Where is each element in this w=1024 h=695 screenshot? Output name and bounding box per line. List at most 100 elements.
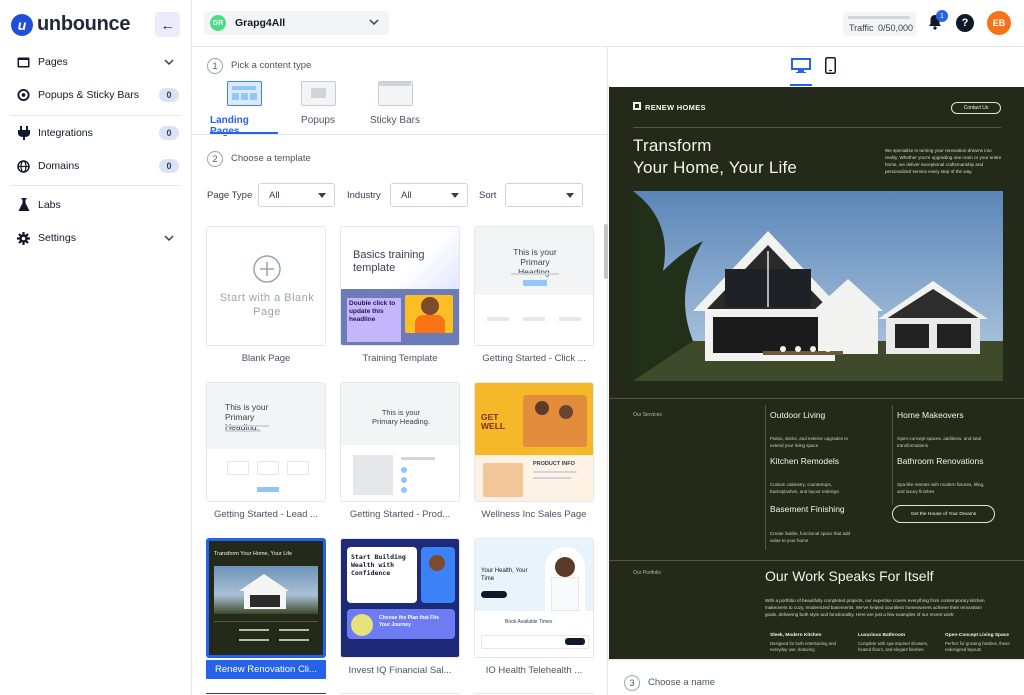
preview-service-desc: Patios, decks, and exterior upgrades to … (770, 436, 849, 448)
template-thumbnail: Your Health, Your Time Book Available Ti… (474, 538, 594, 658)
preview-hero-title-line1: Transform (633, 136, 712, 155)
portfolio-desc: Perfect for growing families, these rede… (945, 641, 1010, 652)
template-card-getting-started-prod[interactable]: This is your Primary Heading. Getting St… (340, 382, 460, 520)
preview-contact-button: Contact Us (951, 102, 1001, 114)
template-thumbnail: Start Building Wealth with Confidence Ch… (340, 538, 460, 658)
step-label[interactable]: Choose a name (648, 677, 715, 688)
template-thumbnail: GET WELL PRODUCT INFO (474, 382, 594, 502)
desktop-icon[interactable] (790, 57, 812, 73)
divider (10, 185, 180, 186)
template-card-io-health[interactable]: Your Health, Your Time Book Available Ti… (474, 538, 594, 676)
template-thumbnail: This is your Primary Heading. (340, 382, 460, 502)
template-preview: RENEW HOMES Contact Us Transform Your Ho… (609, 87, 1024, 659)
content-type-popups[interactable]: Popups (298, 81, 338, 126)
plus-circle-icon (253, 255, 281, 283)
thumb-subtext: Book Available Times (505, 619, 553, 625)
portfolio-title: Open-Concept Living Space (945, 633, 1009, 638)
preview-service-title: Basement Finishing (770, 504, 845, 514)
preview-work-desc: With a portfolio of beautifully complete… (765, 598, 985, 617)
select-value: All (269, 190, 280, 201)
sidebar-item-settings[interactable]: Settings (0, 222, 192, 254)
preview-service-title: Outdoor Living (770, 410, 826, 420)
arrow-left-icon: ← (160, 16, 175, 33)
sidebar-item-label: Settings (38, 232, 76, 244)
popups-icon (17, 88, 30, 102)
caret-down-icon (566, 193, 574, 198)
preview-service-title: Kitchen Remodels (770, 456, 839, 466)
template-title: Wellness Inc Sales Page (481, 509, 587, 520)
caret-down-icon (318, 193, 326, 198)
active-device-indicator (790, 84, 812, 86)
help-icon[interactable]: ? (956, 14, 974, 32)
sidebar-item-label: Pages (38, 56, 68, 68)
traffic-value: 0/50,000 (878, 23, 914, 33)
mobile-icon[interactable] (825, 57, 836, 74)
chevron-down-icon (369, 17, 379, 27)
sidebar-item-pages[interactable]: Pages (0, 46, 192, 78)
template-card-blank[interactable]: Start with a Blank Page Blank Page (206, 226, 326, 364)
filter-label-sort: Sort (479, 190, 497, 201)
preview-brand: RENEW HOMES (645, 103, 706, 112)
flask-icon (17, 198, 30, 212)
sidebar-item-domains[interactable]: Domains 0 (0, 150, 192, 182)
sidebar-item-popups[interactable]: Popups & Sticky Bars 0 (0, 79, 192, 111)
count-badge: 0 (159, 126, 179, 140)
template-title: Getting Started - Click ... (482, 353, 586, 364)
thumb-text: Transform Your Home, Your Life (214, 551, 293, 557)
user-avatar[interactable]: EB (987, 11, 1011, 35)
portfolio-title: Sleek, Modern Kitchen (770, 633, 822, 638)
chevron-down-icon (164, 233, 174, 244)
count-badge: 0 (159, 159, 179, 173)
preview-intro-text: We specialize in turning your renovation… (885, 148, 1002, 174)
template-card-invest-iq[interactable]: Start Building Wealth with Confidence Ch… (340, 538, 460, 676)
template-card-getting-started-click[interactable]: This is your Primary Heading. Getting St… (474, 226, 594, 364)
sidebar-item-label: Labs (38, 199, 61, 211)
thumb-text: This is your Primary Heading. (372, 408, 430, 426)
globe-icon (17, 159, 30, 173)
sidebar: u unbounce ← Pages Popups & Sticky Bars … (0, 0, 192, 695)
sidebar-item-integrations[interactable]: Integrations 0 (0, 117, 192, 149)
template-title: Training Template (362, 353, 438, 364)
industry-select[interactable]: All (390, 183, 468, 207)
content-type-sticky-bars[interactable]: Sticky Bars (369, 81, 421, 126)
divider (608, 659, 1024, 660)
template-thumbnail: This is your Primary Heading. (206, 382, 326, 502)
divider (892, 405, 893, 505)
template-title: IO Health Telehealth ... (485, 665, 583, 676)
template-thumbnail: Basics training template Double click to… (340, 226, 460, 346)
collapse-sidebar-button[interactable]: ← (155, 12, 180, 37)
preview-panel: RENEW HOMES Contact Us Transform Your Ho… (608, 46, 1024, 695)
unbounce-logo[interactable]: u unbounce (11, 13, 130, 36)
portfolio-desc: Complete with spa-inspired showers, heat… (858, 641, 929, 652)
caret-down-icon (451, 193, 459, 198)
divider (765, 405, 766, 550)
template-title: Blank Page (241, 353, 291, 364)
template-card-renew-renovation[interactable]: Transform Your Home, Your Life Renew Ren… (206, 538, 326, 679)
content-type-label: Popups (301, 115, 335, 126)
template-title: Renew Renovation Cli... (206, 660, 326, 679)
preview-service-desc: Spa-like retreats with modern fixtures, … (897, 482, 985, 494)
template-card-getting-started-lead[interactable]: This is your Primary Heading. Getting St… (206, 382, 326, 520)
portfolio-desc: Designed for both entertaining and every… (770, 641, 836, 652)
preview-hero-image (633, 191, 1003, 381)
step-number: 3 (624, 675, 640, 691)
sidebar-item-label: Domains (38, 160, 80, 172)
step-number: 1 (207, 58, 223, 74)
sort-select[interactable] (505, 183, 583, 207)
popup-icon (300, 81, 336, 106)
template-title: Invest IQ Financial Sal... (348, 665, 452, 676)
thumb-subtext: Double click to update this headline (349, 300, 396, 323)
traffic-meter[interactable]: Traffic 0/50,000 (843, 12, 916, 36)
sidebar-item-labs[interactable]: Labs (0, 189, 192, 221)
content-type-landing-pages[interactable]: Landing Pages (210, 81, 278, 137)
template-card-wellness[interactable]: GET WELL PRODUCT INFO Wellness Inc Sales… (474, 382, 594, 520)
page-type-select[interactable]: All (258, 183, 335, 207)
template-thumbnail: Transform Your Home, Your Life (206, 538, 326, 658)
preview-portfolio-item: Luxurious Bathroom Complete with spa-ins… (858, 633, 930, 653)
thumb-text: This is your Primary Heading. (225, 402, 269, 432)
workspace-selector[interactable]: GR Grapg4All (204, 11, 389, 35)
template-card-training[interactable]: Basics training template Double click to… (340, 226, 460, 364)
preview-portfolio-label: Our Portfolio (633, 570, 662, 576)
sidebar-item-label: Integrations (38, 127, 93, 139)
select-value: All (401, 190, 412, 201)
